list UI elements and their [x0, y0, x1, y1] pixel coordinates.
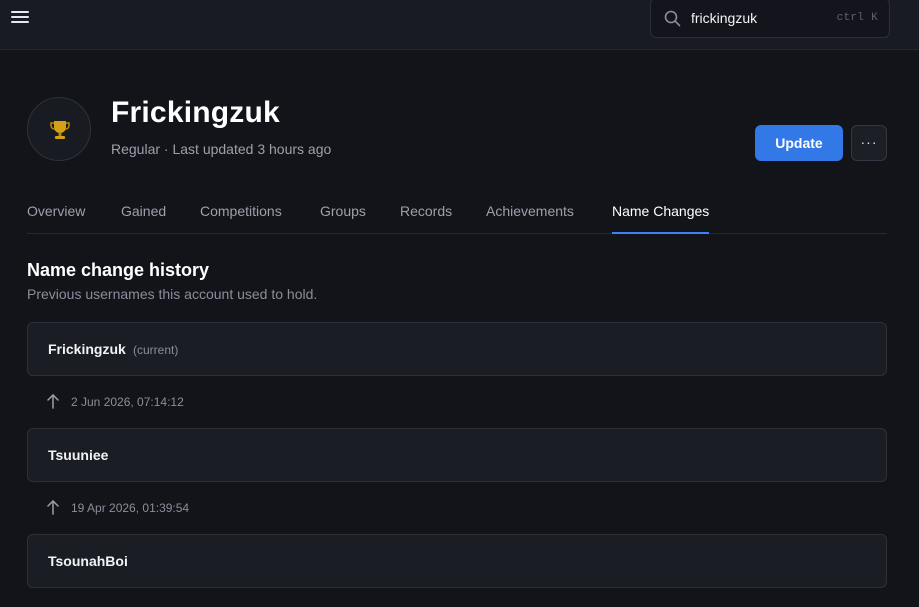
arrow-up-icon [47, 394, 59, 409]
search-icon [663, 9, 683, 29]
player-meta: Regular · Last updated 3 hours ago [111, 141, 332, 157]
tab-competitions[interactable]: Competitions [200, 203, 282, 234]
top-bar: ctrl K [0, 0, 919, 50]
change-date: 2 Jun 2026, 07:14:12 [71, 395, 184, 409]
hamburger-menu-icon[interactable] [4, 2, 36, 32]
search-shortcut-hint: ctrl K [836, 12, 878, 24]
name-card-current: Frickingzuk (current) [27, 322, 887, 376]
search-input[interactable] [691, 7, 841, 29]
username: Frickingzuk [48, 341, 126, 357]
tab-groups[interactable]: Groups [320, 203, 366, 234]
tab-overview[interactable]: Overview [27, 203, 85, 234]
search-box[interactable]: ctrl K [650, 0, 890, 38]
change-date: 19 Apr 2026, 01:39:54 [71, 501, 190, 515]
tab-records[interactable]: Records [400, 203, 452, 234]
name-card: Tsuuniee [27, 428, 887, 482]
username: Tsuuniee [48, 447, 109, 463]
username: TsounahBoi [48, 553, 128, 569]
tab-name-changes[interactable]: Name Changes [612, 203, 710, 234]
name-card: TsounahBoi [27, 534, 887, 588]
tab-achievements[interactable]: Achievements [486, 203, 574, 234]
more-options-button[interactable]: ··· [851, 125, 887, 161]
section-title: Name change history [27, 260, 210, 280]
update-button[interactable]: Update [755, 125, 843, 161]
ellipsis-icon: ··· [860, 134, 878, 150]
tab-gained[interactable]: Gained [121, 203, 166, 234]
current-tag: (current) [133, 343, 179, 357]
player-avatar [27, 97, 91, 161]
section-subtitle: Previous usernames this account used to … [27, 286, 318, 302]
player-name: Frickingzuk [111, 96, 280, 129]
trophy-icon [50, 121, 70, 139]
arrow-up-icon [47, 500, 59, 515]
profile-tabs: Overview Gained Competitions Groups Reco… [27, 200, 887, 234]
